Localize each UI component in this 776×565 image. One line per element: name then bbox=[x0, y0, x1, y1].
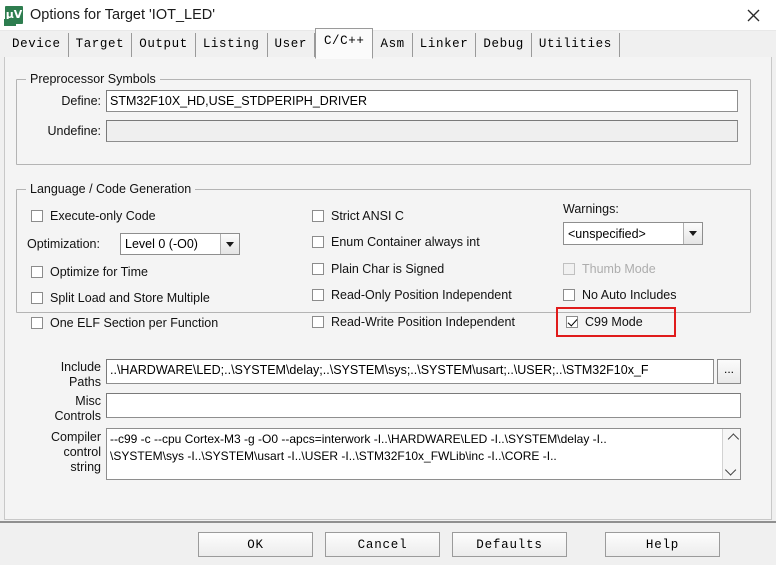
checkbox-box bbox=[312, 236, 324, 248]
help-button[interactable]: Help bbox=[605, 532, 720, 557]
compiler-control-string-text: --c99 -c --cpu Cortex-M3 -g -O0 --apcs=i… bbox=[110, 431, 720, 465]
checkbox-box bbox=[563, 289, 575, 301]
close-button[interactable] bbox=[730, 0, 776, 30]
close-icon bbox=[747, 9, 759, 21]
checkbox-thumb-mode: Thumb Mode bbox=[563, 262, 656, 276]
compiler-control-string-box[interactable]: --c99 -c --cpu Cortex-M3 -g -O0 --apcs=i… bbox=[106, 428, 741, 480]
warnings-label: Warnings: bbox=[563, 202, 619, 216]
checkbox-label: Strict ANSI C bbox=[331, 209, 404, 223]
compiler-label-line1: Compiler bbox=[50, 430, 101, 444]
checkbox-box bbox=[312, 263, 324, 275]
undefine-label: Undefine: bbox=[47, 124, 101, 138]
checkbox-box bbox=[31, 210, 43, 222]
checkbox-box bbox=[312, 289, 324, 301]
checkbox-label: Enum Container always int bbox=[331, 235, 480, 249]
checkbox-box bbox=[31, 317, 43, 329]
checkbox-label: C99 Mode bbox=[585, 315, 643, 329]
undefine-input[interactable] bbox=[106, 120, 738, 142]
include-paths-label-line2: Paths bbox=[69, 375, 101, 389]
include-paths-label-line1: Include bbox=[60, 360, 101, 374]
checkbox-c99-mode[interactable]: C99 Mode bbox=[566, 315, 643, 329]
compiler-control-string-label: Compiler control string bbox=[23, 430, 101, 475]
dialog-button-bar: OK Cancel Defaults Help bbox=[0, 523, 776, 565]
compiler-label-line2: control bbox=[63, 445, 101, 459]
checkbox-label: Read-Write Position Independent bbox=[331, 315, 515, 329]
title-bar: µV Options for Target 'IOT_LED' bbox=[0, 0, 776, 31]
chevron-down-icon[interactable] bbox=[683, 223, 702, 244]
checkbox-label: Split Load and Store Multiple bbox=[50, 291, 210, 305]
checkbox-label: No Auto Includes bbox=[582, 288, 677, 302]
warnings-value: <unspecified> bbox=[568, 226, 646, 241]
include-paths-input[interactable]: ..\HARDWARE\LED;..\SYSTEM\delay;..\SYSTE… bbox=[106, 359, 714, 384]
checkbox-box bbox=[31, 266, 43, 278]
define-label: Define: bbox=[61, 94, 101, 108]
checkbox-execute-only-code[interactable]: Execute-only Code bbox=[31, 209, 156, 223]
checkbox-split-load-and-store-multiple[interactable]: Split Load and Store Multiple bbox=[31, 291, 210, 305]
optimization-select[interactable]: Level 0 (-O0) bbox=[120, 233, 240, 255]
checkbox-enum-container-always-int[interactable]: Enum Container always int bbox=[312, 235, 480, 249]
tab-debug[interactable]: Debug bbox=[476, 33, 532, 58]
tab-linker[interactable]: Linker bbox=[412, 33, 477, 58]
checkbox-label: Read-Only Position Independent bbox=[331, 288, 512, 302]
defaults-button[interactable]: Defaults bbox=[452, 532, 567, 557]
tab-listing[interactable]: Listing bbox=[195, 33, 268, 58]
include-paths-browse-button[interactable]: ... bbox=[717, 359, 741, 384]
checkbox-one-elf-section-per-function[interactable]: One ELF Section per Function bbox=[31, 316, 218, 330]
misc-controls-input[interactable] bbox=[106, 393, 741, 418]
tab-output[interactable]: Output bbox=[132, 33, 196, 58]
misc-controls-label-line2: Controls bbox=[54, 409, 101, 423]
checkbox-box bbox=[312, 316, 324, 328]
compiler-label-line3: string bbox=[70, 460, 101, 474]
language-legend: Language / Code Generation bbox=[26, 182, 196, 196]
define-input[interactable]: STM32F10X_HD,USE_STDPERIPH_DRIVER bbox=[106, 90, 738, 112]
checkbox-box-checked bbox=[566, 316, 578, 328]
checkbox-no-auto-includes[interactable]: No Auto Includes bbox=[563, 288, 677, 302]
chevron-down-icon[interactable] bbox=[220, 234, 239, 254]
cancel-button[interactable]: Cancel bbox=[325, 532, 440, 557]
tab-strip: Device Target Output Listing User C/C++ … bbox=[0, 28, 776, 59]
scroll-down-icon[interactable] bbox=[723, 461, 740, 478]
include-paths-label: Include Paths bbox=[23, 360, 101, 390]
checkbox-strict-ansi-c[interactable]: Strict ANSI C bbox=[312, 209, 404, 223]
tab-asm[interactable]: Asm bbox=[373, 33, 413, 58]
checkbox-label: Execute-only Code bbox=[50, 209, 156, 223]
misc-controls-label-line1: Misc bbox=[75, 394, 101, 408]
tab-c-cpp[interactable]: C/C++ bbox=[314, 28, 374, 59]
checkbox-label: Plain Char is Signed bbox=[331, 262, 445, 276]
c-cpp-options-panel: Preprocessor Symbols Define: STM32F10X_H… bbox=[4, 57, 772, 520]
tab-device[interactable]: Device bbox=[5, 33, 69, 58]
window-title: Options for Target 'IOT_LED' bbox=[30, 7, 215, 23]
checkbox-read-only-position-independent[interactable]: Read-Only Position Independent bbox=[312, 288, 512, 302]
checkbox-box bbox=[563, 263, 575, 275]
checkbox-label: One ELF Section per Function bbox=[50, 316, 219, 330]
compiler-string-line1: --c99 -c --cpu Cortex-M3 -g -O0 --apcs=i… bbox=[110, 432, 607, 446]
compiler-string-scrollbar[interactable] bbox=[722, 429, 740, 479]
checkbox-label: Optimize for Time bbox=[50, 265, 148, 279]
tab-list: Device Target Output Listing User C/C++ … bbox=[5, 28, 776, 59]
checkbox-read-write-position-independent[interactable]: Read-Write Position Independent bbox=[312, 315, 515, 329]
scroll-up-icon[interactable] bbox=[723, 430, 740, 447]
checkbox-label: Thumb Mode bbox=[582, 262, 656, 276]
tab-target[interactable]: Target bbox=[68, 33, 133, 58]
checkbox-box bbox=[312, 210, 324, 222]
compiler-string-line2: \SYSTEM\sys -I..\SYSTEM\usart -I..\USER … bbox=[110, 449, 557, 463]
preprocessor-legend: Preprocessor Symbols bbox=[26, 72, 160, 86]
optimization-value: Level 0 (-O0) bbox=[125, 237, 198, 251]
warnings-select[interactable]: <unspecified> bbox=[563, 222, 703, 245]
misc-controls-label: Misc Controls bbox=[23, 394, 101, 424]
optimization-label: Optimization: bbox=[27, 237, 100, 251]
ok-button[interactable]: OK bbox=[198, 532, 313, 557]
tab-user[interactable]: User bbox=[267, 33, 315, 58]
tab-utilities[interactable]: Utilities bbox=[531, 33, 620, 58]
checkbox-plain-char-is-signed[interactable]: Plain Char is Signed bbox=[312, 262, 444, 276]
checkbox-optimize-for-time[interactable]: Optimize for Time bbox=[31, 265, 148, 279]
icon-accent bbox=[4, 19, 16, 26]
checkbox-box bbox=[31, 292, 43, 304]
